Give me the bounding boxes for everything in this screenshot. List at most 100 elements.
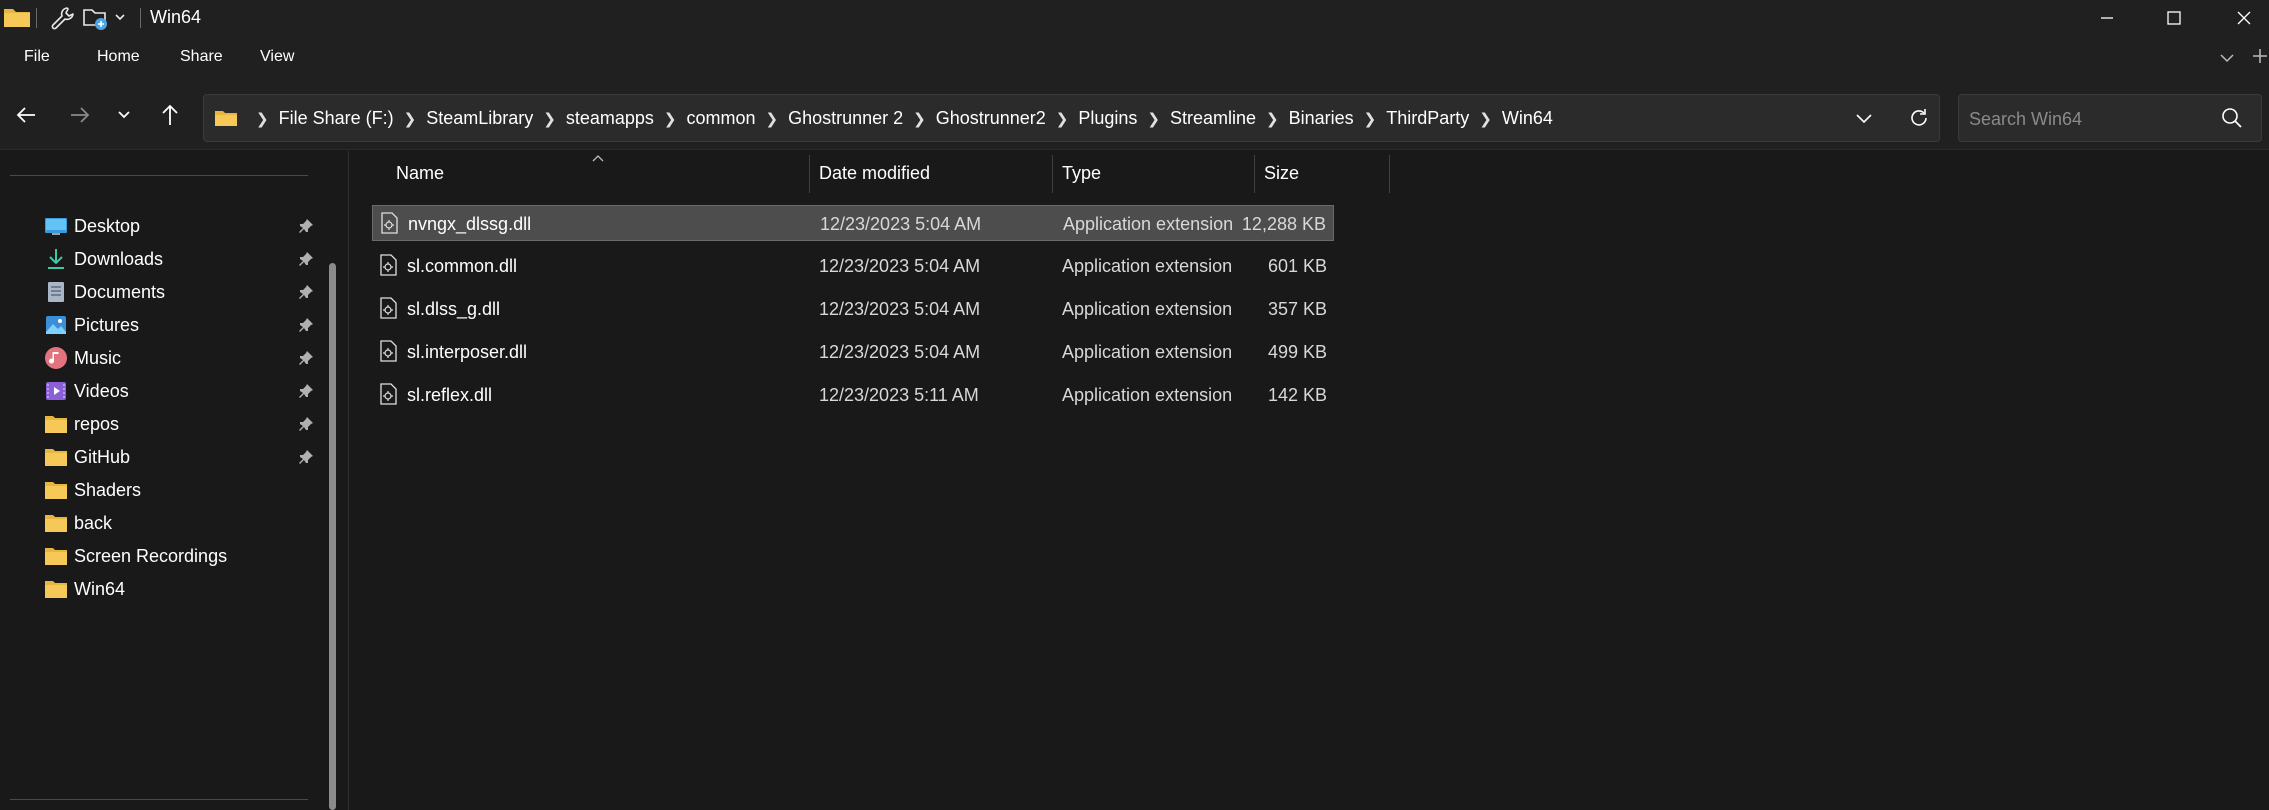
file-name: sl.dlss_g.dll (407, 299, 501, 319)
breadcrumb-chevron-icon[interactable]: ❯ (664, 110, 677, 128)
file-type: Application extension (1062, 299, 1233, 319)
menu-home[interactable]: Home (97, 48, 140, 66)
column-header-date[interactable]: Date modified (819, 163, 930, 184)
sidebar-item-label: Win64 (74, 579, 126, 599)
pin-icon[interactable] (298, 218, 314, 239)
close-button[interactable] (2210, 0, 2269, 36)
breadcrumb-item[interactable]: Streamline (1170, 108, 1256, 129)
column-divider[interactable] (1389, 155, 1390, 193)
breadcrumb-item[interactable]: ThirdParty (1386, 108, 1469, 129)
pin-icon[interactable] (298, 317, 314, 338)
file-explorer-window: Win64 File Home Share View ❯ File Share … (0, 0, 2269, 810)
breadcrumb-chevron-icon[interactable]: ❯ (404, 110, 417, 128)
file-row[interactable]: sl.common.dll 12/23/2023 5:04 AM Applica… (372, 248, 1334, 284)
column-divider[interactable] (809, 155, 810, 193)
sidebar-scrollbar[interactable] (327, 151, 339, 810)
breadcrumb-item[interactable]: Ghostrunner2 (936, 108, 1046, 129)
sidebar-item-win64[interactable]: Win64 (0, 567, 330, 611)
breadcrumb-chevron-icon[interactable]: ❯ (256, 110, 269, 128)
file-date: 12/23/2023 5:04 AM (819, 256, 981, 276)
breadcrumb-item[interactable]: Binaries (1289, 108, 1354, 129)
breadcrumb-chevron-icon[interactable]: ❯ (1056, 110, 1069, 128)
dll-file-icon (378, 340, 398, 367)
new-folder-icon[interactable] (82, 6, 110, 37)
breadcrumb-chevron-icon[interactable]: ❯ (1364, 110, 1377, 128)
column-header-name[interactable]: Name (396, 163, 444, 184)
breadcrumb: ❯ File Share (F:) ❯ SteamLibrary ❯ steam… (246, 108, 1553, 129)
file-name: sl.interposer.dll (407, 342, 528, 362)
back-button[interactable] (8, 100, 44, 130)
breadcrumb-item[interactable]: common (686, 108, 755, 129)
breadcrumb-chevron-icon[interactable]: ❯ (1266, 110, 1279, 128)
column-header-type[interactable]: Type (1062, 163, 1101, 184)
folder-icon (44, 412, 68, 436)
pin-icon[interactable] (298, 449, 314, 470)
minimize-button[interactable] (2073, 0, 2141, 36)
breadcrumb-chevron-icon[interactable]: ❯ (913, 110, 926, 128)
address-history-chevron-down-icon[interactable] (1854, 110, 1874, 131)
search-input[interactable] (1969, 106, 2209, 132)
column-divider[interactable] (1254, 155, 1255, 193)
column-header-size[interactable]: Size (1264, 163, 1299, 184)
breadcrumb-item[interactable]: steamapps (566, 108, 654, 129)
pin-icon[interactable] (298, 284, 314, 305)
forward-button[interactable] (62, 100, 98, 130)
file-row[interactable]: sl.reflex.dll 12/23/2023 5:11 AM Applica… (372, 377, 1334, 413)
file-row[interactable]: sl.dlss_g.dll 12/23/2023 5:04 AM Applica… (372, 291, 1334, 327)
file-date: 12/23/2023 5:11 AM (819, 385, 979, 405)
pin-icon[interactable] (298, 350, 314, 371)
refresh-icon[interactable] (1908, 107, 1930, 134)
search-box[interactable] (1958, 94, 2262, 142)
file-date: 12/23/2023 5:04 AM (819, 342, 981, 362)
pin-icon[interactable] (298, 251, 314, 272)
download-icon (44, 247, 68, 271)
file-size: 601 KB (1267, 256, 1327, 276)
sidebar-item-label: repos (74, 414, 120, 434)
file-date: 12/23/2023 5:04 AM (819, 299, 981, 319)
breadcrumb-item[interactable]: Plugins (1078, 108, 1137, 129)
sidebar-divider (10, 799, 308, 800)
folder-icon (44, 445, 68, 469)
breadcrumb-item[interactable]: File Share (F:) (279, 108, 394, 129)
menu-share[interactable]: Share (180, 48, 223, 66)
expand-ribbon-chevron-icon[interactable] (2218, 50, 2236, 71)
sidebar-item-label: Videos (74, 381, 129, 401)
breadcrumb-chevron-icon[interactable]: ❯ (1479, 110, 1492, 128)
pin-icon[interactable] (298, 416, 314, 437)
breadcrumb-chevron-icon[interactable]: ❯ (1147, 110, 1160, 128)
folder-icon (44, 478, 68, 502)
column-divider[interactable] (1052, 155, 1053, 193)
file-row[interactable]: sl.interposer.dll 12/23/2023 5:04 AM App… (372, 334, 1334, 370)
sidebar-item-label: Documents (74, 282, 166, 302)
file-row[interactable]: nvngx_dlssg.dll 12/23/2023 5:04 AM Appli… (372, 205, 1334, 241)
quick-access-chevron-down-icon[interactable] (113, 10, 127, 29)
menu-view[interactable]: View (260, 48, 294, 66)
up-button[interactable] (152, 100, 188, 130)
add-icon[interactable] (2251, 47, 2269, 70)
toolbar-separator (36, 8, 37, 28)
breadcrumb-item[interactable]: SteamLibrary (426, 108, 533, 129)
properties-icon[interactable] (50, 5, 76, 36)
pictures-icon (44, 313, 68, 337)
arrow-left-icon (16, 107, 35, 123)
address-bar[interactable]: ❯ File Share (F:) ❯ SteamLibrary ❯ steam… (203, 94, 1940, 142)
folder-icon (44, 544, 68, 568)
search-icon[interactable] (2221, 107, 2243, 134)
menu-file[interactable]: File (24, 48, 50, 66)
sidebar-divider (10, 175, 308, 176)
videos-icon (44, 379, 68, 403)
maximize-button[interactable] (2140, 0, 2208, 36)
close-icon (2237, 11, 2251, 25)
recent-locations-button[interactable] (106, 100, 142, 130)
sidebar-item-label: Shaders (74, 480, 142, 500)
breadcrumb-chevron-icon[interactable]: ❯ (543, 110, 556, 128)
navigation-pane: Desktop Downloads Documents Pictures Mus… (0, 151, 340, 810)
breadcrumb-item[interactable]: Win64 (1502, 108, 1553, 129)
breadcrumb-item[interactable]: Ghostrunner 2 (788, 108, 903, 129)
file-size: 357 KB (1267, 299, 1327, 319)
sidebar-item-label: back (74, 513, 113, 533)
dll-file-icon (378, 297, 398, 324)
pin-icon[interactable] (298, 383, 314, 404)
scrollbar-thumb[interactable] (329, 263, 336, 810)
breadcrumb-chevron-icon[interactable]: ❯ (765, 110, 778, 128)
